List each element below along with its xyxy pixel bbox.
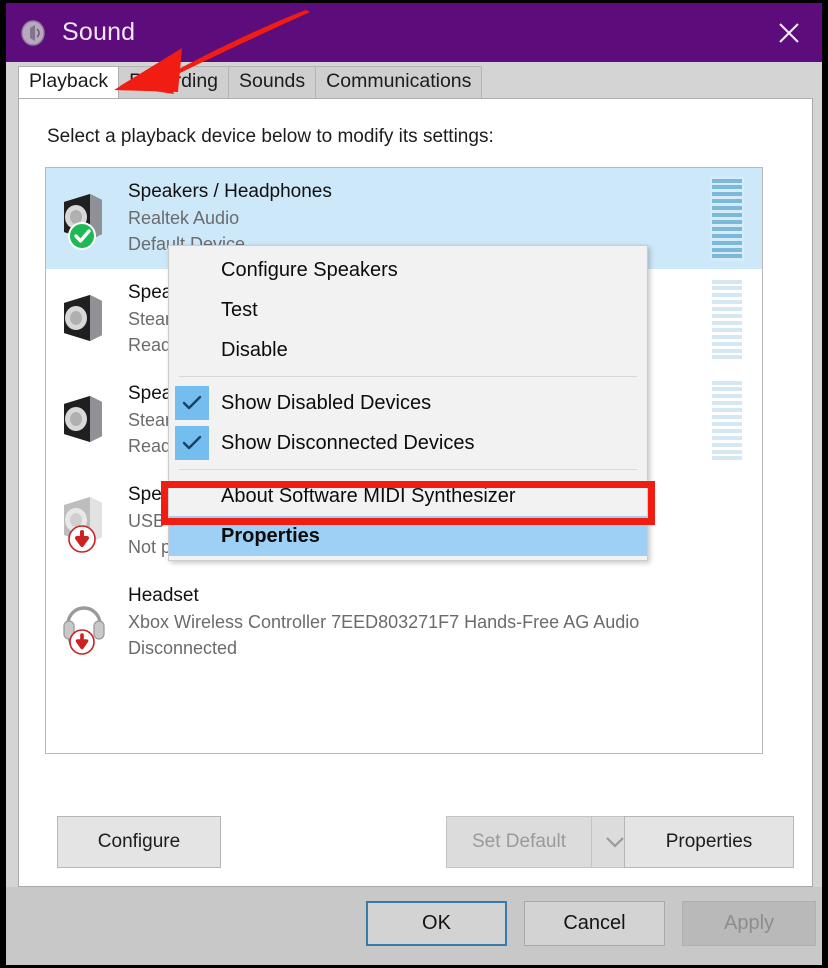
menu-item-show-disconnected-devices[interactable]: Show Disconnected Devices [169,423,647,463]
menu-item-label: Disable [221,338,288,361]
speaker-icon [18,18,48,48]
device-subtitle: Realtek Audio [128,208,240,229]
menu-separator [179,469,637,470]
menu-item-label: Show Disconnected Devices [221,431,475,454]
menu-item-show-disabled-devices[interactable]: Show Disabled Devices [169,383,647,423]
menu-item-label: Show Disabled Devices [221,391,432,414]
tab-strip: Playback Recording Sounds Communications [6,62,822,98]
apply-button[interactable]: Apply [682,901,816,946]
cancel-button[interactable]: Cancel [524,901,665,946]
menu-item-disable[interactable]: Disable [169,330,647,370]
device-name: Headset [128,585,199,607]
tab-recording[interactable]: Recording [118,65,230,98]
speaker-icon [56,386,118,456]
check-icon [175,426,209,460]
volume-meter [710,176,744,261]
configure-button[interactable]: Configure [57,816,221,868]
menu-item-label: About Software MIDI Synthesizer [221,484,516,507]
dialog-footer: OK Cancel Apply [6,887,822,965]
title-bar: Sound [6,3,822,62]
set-default-split-button[interactable]: Set Default [446,816,639,868]
table-row[interactable]: Headset Xbox Wireless Controller 7EED803… [46,572,762,673]
menu-item-label: Test [221,298,258,321]
volume-meter [710,277,744,362]
speaker-icon [56,184,118,254]
tab-playback[interactable]: Playback [18,65,120,98]
menu-item-test[interactable]: Test [169,290,647,330]
ok-button[interactable]: OK [366,901,507,946]
panel-hint-text: Select a playback device below to modify… [47,126,494,147]
tab-communications[interactable]: Communications [315,65,483,98]
menu-item-label: Properties [221,524,320,547]
properties-button[interactable]: Properties [624,816,794,868]
speaker-disabled-icon [56,487,118,557]
screenshot-root: Sound Playback Recording Sounds Communic… [0,0,828,968]
menu-item-label: Configure Speakers [221,258,398,281]
volume-meter [710,378,744,463]
tab-sounds[interactable]: Sounds [228,65,317,98]
menu-item-about-software-midi-synthesizer[interactable]: About Software MIDI Synthesizer [169,476,647,516]
device-name: Speakers / Headphones [128,181,332,203]
check-icon [175,386,209,420]
context-menu[interactable]: Configure Speakers Test Disable Show Dis… [168,245,648,561]
menu-item-properties[interactable]: Properties [169,516,647,556]
menu-separator [179,376,637,377]
window-title: Sound [62,18,136,46]
close-icon[interactable] [756,3,822,62]
panel-button-row: Configure Set Default Properties [45,816,794,868]
headset-icon [56,588,118,658]
set-default-button[interactable]: Set Default [446,816,591,868]
speaker-icon [56,285,118,355]
menu-item-configure-speakers[interactable]: Configure Speakers [169,250,647,290]
device-subtitle: Xbox Wireless Controller 7EED803271F7 Ha… [128,612,640,633]
device-status: Disconnected [128,637,238,658]
